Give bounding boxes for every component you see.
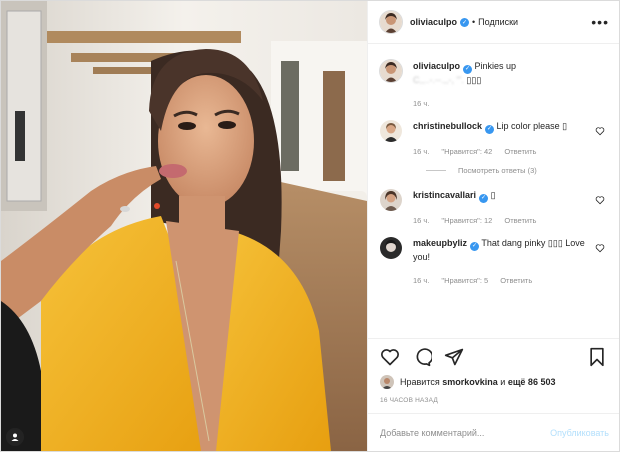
commenter-username[interactable]: christinebullock	[413, 121, 482, 131]
verified-badge-icon: ✓	[470, 242, 480, 251]
commenter-avatar[interactable]	[380, 189, 402, 211]
comments-list[interactable]: oliviaculpo ✓ Pinkies up C,,..-.--.,,-, "…	[368, 44, 619, 338]
comment-text: ▯	[490, 190, 496, 200]
caption-text: Pinkies up	[474, 61, 517, 71]
comment-likes[interactable]: "Нравится": 5	[441, 276, 488, 285]
comment-bubble-icon[interactable]	[412, 347, 432, 367]
user-tag-icon	[11, 433, 19, 441]
caption: oliviaculpo ✓ Pinkies up C,,..-.--.,,-, "…	[380, 60, 605, 108]
more-options-icon[interactable]: •••	[591, 14, 609, 30]
post-image	[1, 1, 367, 451]
view-replies-button[interactable]: Посмотреть ответы (3)	[426, 166, 605, 175]
separator-dot: •	[472, 17, 476, 27]
author-avatar[interactable]	[380, 11, 402, 33]
instagram-post: oliviaculpo ✓ • Подписки ••• oliviaculpo…	[0, 0, 620, 452]
caption-time[interactable]: 16 ч.	[413, 99, 429, 108]
follow-status-button[interactable]: Подписки	[478, 17, 518, 27]
caption-blurred-text: C,,..-.--.,,-, "'.	[413, 75, 464, 85]
commenter-username[interactable]: makeupbyliz	[413, 238, 467, 248]
avatar-image	[380, 60, 402, 82]
commenter-avatar[interactable]	[380, 120, 402, 142]
comment-time[interactable]: 16 ч.	[413, 147, 429, 156]
comment-time[interactable]: 16 ч.	[413, 276, 429, 285]
comment-item: christinebullock ✓ Lip color please ▯ 16 …	[380, 120, 605, 156]
like-comment-heart-icon[interactable]	[595, 195, 605, 205]
commenter-username[interactable]: kristincavallari	[413, 190, 476, 200]
avatar-image	[380, 237, 402, 259]
comment-item: kristincavallari ✓ ▯ 16 ч. "Нравится": 12…	[380, 189, 605, 225]
like-heart-icon[interactable]	[380, 347, 400, 367]
comment-input[interactable]	[380, 427, 551, 438]
verified-badge-icon: ✓	[463, 65, 473, 74]
comment-likes[interactable]: "Нравится": 42	[441, 147, 492, 156]
avatar-image	[380, 375, 394, 389]
like-comment-heart-icon[interactable]	[595, 126, 605, 136]
avatar-image	[380, 189, 402, 211]
likes-count[interactable]: ещё 86 503	[508, 377, 556, 387]
post-timestamp[interactable]: 16 ЧАСОВ НАЗАД	[368, 397, 619, 409]
verified-badge-icon: ✓	[485, 125, 495, 134]
view-replies-label: Посмотреть ответы (3)	[458, 166, 537, 175]
verified-badge-icon: ✓	[479, 194, 489, 203]
likes-summary: Нравится smorkovkina и ещё 86 503	[368, 375, 619, 389]
caption-username[interactable]: oliviaculpo	[413, 61, 460, 71]
liker-username[interactable]: smorkovkina	[442, 377, 498, 387]
replies-divider	[426, 170, 446, 171]
post-sidebar: oliviaculpo ✓ • Подписки ••• oliviaculpo…	[367, 1, 619, 451]
comment-item: makeupbyliz ✓ That dang pinky ▯▯▯ Love yo…	[380, 237, 605, 285]
commenter-avatar[interactable]	[380, 237, 402, 259]
caption-avatar[interactable]	[380, 60, 402, 82]
avatar-image	[380, 120, 402, 142]
likes-and: и	[500, 377, 506, 387]
comment-likes[interactable]: "Нравится": 12	[441, 216, 492, 225]
post-header: oliviaculpo ✓ • Подписки •••	[368, 1, 619, 44]
share-paper-plane-icon[interactable]	[444, 347, 464, 367]
comment-text: Lip color please ▯	[496, 121, 568, 131]
tagged-users-badge[interactable]	[6, 428, 24, 446]
reply-button[interactable]: Ответить	[504, 216, 536, 225]
add-comment-form: Опубликовать	[368, 413, 619, 451]
likes-prefix: Нравится	[400, 377, 440, 387]
comment-time[interactable]: 16 ч.	[413, 216, 429, 225]
verified-badge-icon: ✓	[460, 17, 470, 27]
post-photo[interactable]	[1, 1, 367, 451]
liker-avatar[interactable]	[380, 375, 394, 389]
reply-button[interactable]: Ответить	[504, 147, 536, 156]
like-comment-heart-icon[interactable]	[595, 243, 605, 253]
publish-button[interactable]: Опубликовать	[550, 428, 609, 438]
reply-button[interactable]: Ответить	[500, 276, 532, 285]
post-actions-bar	[368, 338, 619, 375]
avatar-image	[380, 11, 402, 33]
author-username[interactable]: oliviaculpo	[410, 17, 457, 27]
save-bookmark-icon[interactable]	[587, 347, 607, 367]
caption-emoji: ▯▯▯	[466, 75, 482, 85]
